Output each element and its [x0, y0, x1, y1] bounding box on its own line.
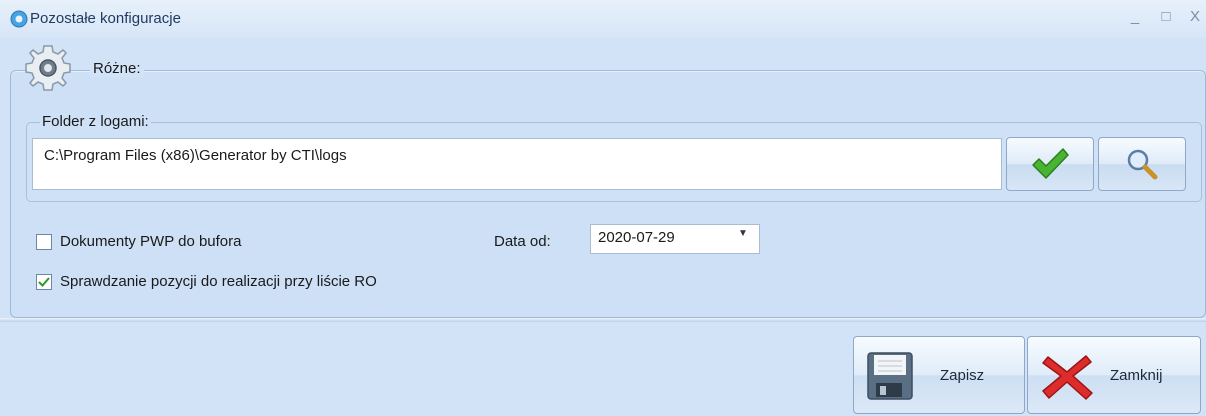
- accept-path-button[interactable]: [1006, 137, 1094, 191]
- check-positions-label[interactable]: Sprawdzanie pozycji do realizacji przy l…: [60, 273, 377, 290]
- checkmark-icon: [1032, 148, 1069, 179]
- folder-legend: Folder z logami:: [40, 113, 151, 130]
- date-from-value: 2020-07-29: [598, 229, 675, 246]
- section-label: Różne:: [90, 60, 144, 77]
- date-from-label: Data od:: [494, 233, 551, 250]
- check-positions-checkbox[interactable]: [36, 274, 52, 290]
- pwp-to-buffer-label[interactable]: Dokumenty PWP do bufora: [60, 233, 241, 250]
- window-title: Pozostałe konfiguracje: [30, 10, 181, 27]
- close-button-label: Zamknij: [1110, 367, 1163, 384]
- close-window-button[interactable]: X: [1184, 8, 1206, 25]
- save-button-label: Zapisz: [940, 367, 985, 384]
- magnifier-icon: [1127, 149, 1158, 180]
- app-icon: [10, 10, 28, 28]
- minimize-button[interactable]: _: [1124, 8, 1146, 25]
- floppy-icon: [867, 352, 913, 400]
- dropdown-arrow-icon[interactable]: ▼: [738, 228, 748, 239]
- checkbox-check-icon: [38, 277, 50, 287]
- folder-path-input[interactable]: [32, 138, 1002, 190]
- red-x-icon: [1042, 355, 1093, 400]
- pwp-to-buffer-checkbox[interactable]: [36, 234, 52, 250]
- title-bar: Pozostałe konfiguracje _ □ X: [0, 0, 1206, 38]
- save-button[interactable]: Zapisz: [853, 336, 1025, 414]
- browse-folder-button[interactable]: [1098, 137, 1186, 191]
- folder-path-value: C:\Program Files (x86)\Generator by CTI\…: [44, 147, 347, 164]
- maximize-button[interactable]: □: [1155, 8, 1177, 25]
- gear-icon: [25, 45, 71, 91]
- footer-bar: [0, 322, 1206, 416]
- close-button[interactable]: Zamknij: [1027, 336, 1201, 414]
